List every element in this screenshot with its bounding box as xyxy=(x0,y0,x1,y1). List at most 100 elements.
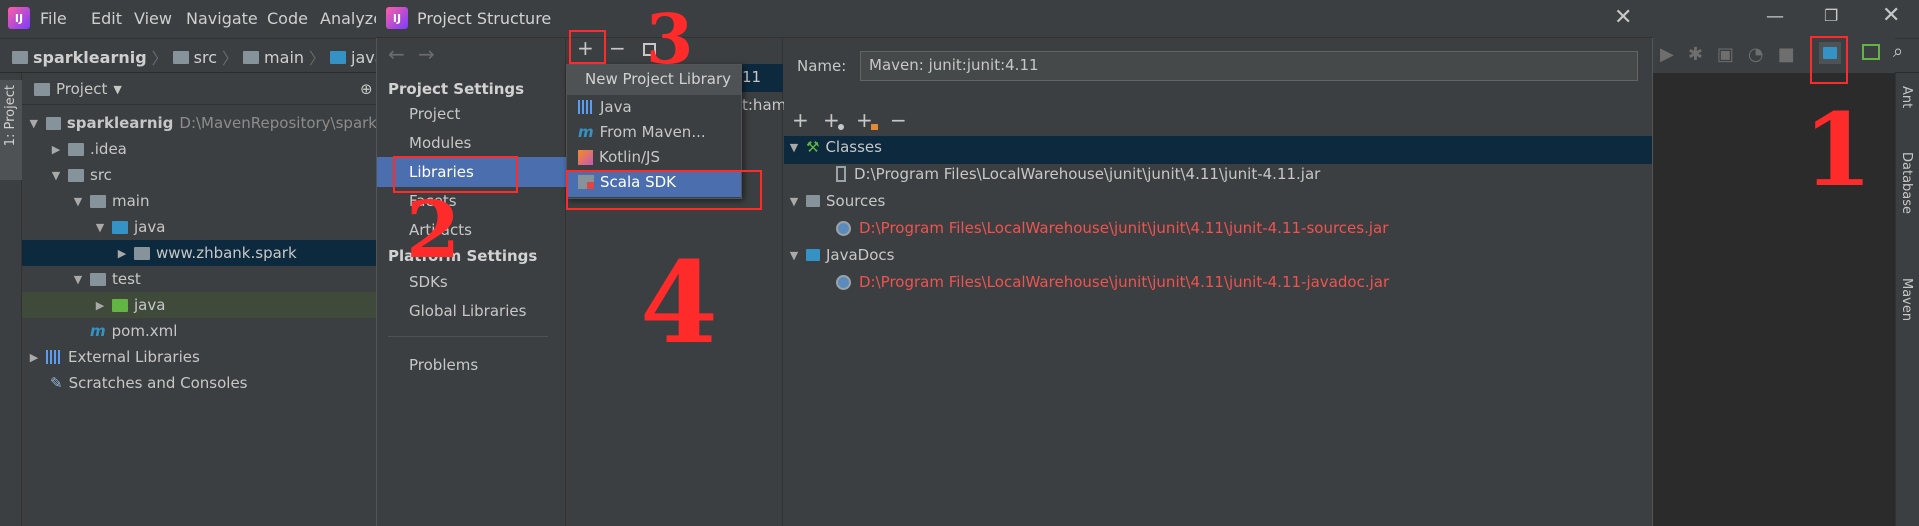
tree-row[interactable]: ▼ java xyxy=(22,214,377,240)
annotation-number-4: 4 xyxy=(640,238,718,369)
annotation-number-1: 1 xyxy=(1803,91,1873,209)
java-library-icon xyxy=(578,100,594,114)
window-close-icon[interactable]: ✕ xyxy=(1882,3,1900,28)
menu-file[interactable]: File xyxy=(40,9,67,28)
disabled-run-buttons: ▶✱▣◔■ xyxy=(1660,44,1809,65)
sidebar-item-project[interactable]: Project xyxy=(409,105,460,123)
tree-path: D:\MavenRepository\spark xyxy=(179,114,377,132)
expanded-arrow-icon[interactable]: ▼ xyxy=(72,195,84,208)
close-icon[interactable]: ✕ xyxy=(1614,5,1632,30)
sidebar-item-problems[interactable]: Problems xyxy=(409,356,478,374)
back-arrow-icon[interactable]: ← xyxy=(388,42,405,66)
tree-row[interactable]: ▼ main xyxy=(22,188,377,214)
expanded-arrow-icon[interactable]: ▼ xyxy=(28,117,40,130)
project-tree: ▼ sparklearnig D:\MavenRepository\spark … xyxy=(22,110,377,396)
forward-arrow-icon[interactable]: → xyxy=(418,42,435,66)
terminal-icon[interactable] xyxy=(1862,44,1880,60)
project-settings-header: Project Settings xyxy=(388,80,525,98)
libraries-icon xyxy=(46,350,62,364)
ant-tool-button[interactable]: Ant xyxy=(1899,86,1914,108)
dialog-titlebar xyxy=(376,0,1653,38)
tree-label: java xyxy=(134,218,166,236)
hammer-icon: ⚒ xyxy=(806,138,820,156)
remove-root-button[interactable]: − xyxy=(890,108,907,132)
intellij-logo-icon: IJ xyxy=(386,7,408,29)
tree-label: main xyxy=(112,192,150,210)
tree-label: .idea xyxy=(90,140,127,158)
remove-button[interactable]: − xyxy=(609,36,626,60)
sidebar-item-global-libraries[interactable]: Global Libraries xyxy=(409,302,526,320)
menu-code[interactable]: Code xyxy=(267,9,308,28)
restore-icon[interactable]: ❐ xyxy=(1824,6,1838,25)
minimize-icon[interactable]: — xyxy=(1766,6,1784,27)
tree-label: java xyxy=(134,296,166,314)
annotation-box-project-structure xyxy=(1810,36,1848,84)
database-tool-button[interactable]: Database xyxy=(1899,152,1914,214)
expanded-arrow-icon[interactable]: ▼ xyxy=(788,195,800,208)
tree-row[interactable]: m pom.xml xyxy=(22,318,377,344)
folder-icon xyxy=(172,50,189,64)
sources-path-row[interactable]: D:\Program Files\LocalWarehouse\junit\ju… xyxy=(836,219,1388,237)
tree-label: www.zhbank.spark xyxy=(156,244,297,262)
javadocs-path-row[interactable]: D:\Program Files\LocalWarehouse\junit\ju… xyxy=(836,273,1389,291)
tree-row[interactable]: ▶ External Libraries xyxy=(22,344,377,370)
tree-row[interactable]: ▶ .idea xyxy=(22,136,377,162)
tree-row[interactable]: ▼ sparklearnig D:\MavenRepository\spark xyxy=(22,110,377,136)
globe-badge-icon xyxy=(838,124,844,130)
folder-icon xyxy=(90,272,106,286)
library-item[interactable]: t:ham xyxy=(742,96,786,114)
classes-path-row[interactable]: D:\Program Files\LocalWarehouse\junit\ju… xyxy=(836,165,1320,183)
menu-navigate[interactable]: Navigate xyxy=(186,9,258,28)
tree-row[interactable]: ✎ Scratches and Consoles xyxy=(22,370,377,396)
tree-row[interactable]: ▶ www.zhbank.spark xyxy=(22,240,377,266)
add-url-button[interactable]: + xyxy=(823,108,840,132)
expanded-arrow-icon[interactable]: ▼ xyxy=(50,169,62,182)
collapsed-arrow-icon[interactable]: ▶ xyxy=(94,299,106,312)
add-root-button[interactable]: + xyxy=(792,108,809,132)
javadocs-node[interactable]: ▼ JavaDocs xyxy=(788,246,895,264)
breadcrumb-item-main[interactable]: main xyxy=(264,48,304,67)
collapsed-arrow-icon[interactable]: ▶ xyxy=(50,143,62,156)
expanded-arrow-icon[interactable]: ▼ xyxy=(788,249,800,262)
project-view-selector[interactable]: Project ▼ xyxy=(34,80,122,98)
globe-icon xyxy=(836,274,851,290)
expanded-arrow-icon[interactable]: ▼ xyxy=(72,273,84,286)
expanded-arrow-icon[interactable]: ▼ xyxy=(94,221,106,234)
sidebar-item-modules[interactable]: Modules xyxy=(409,134,471,152)
popup-item-kotlin-js[interactable]: Kotlin/JS xyxy=(578,148,660,166)
collapsed-arrow-icon[interactable]: ▶ xyxy=(116,247,128,260)
scratches-icon: ✎ xyxy=(50,374,63,392)
project-tool-window-label: 1: Project xyxy=(3,85,18,147)
expanded-arrow-icon[interactable]: ▼ xyxy=(788,141,800,154)
menu-view[interactable]: View xyxy=(134,9,172,28)
collapsed-arrow-icon[interactable]: ▶ xyxy=(28,351,40,364)
library-name-input[interactable]: Maven: junit:junit:4.11 xyxy=(860,51,1638,81)
annotation-box-add xyxy=(569,30,606,64)
target-icon[interactable]: ⊕ xyxy=(360,80,373,98)
classes-path: D:\Program Files\LocalWarehouse\junit\ju… xyxy=(854,165,1321,183)
breadcrumb-item-project[interactable]: sparklearnig xyxy=(33,48,147,67)
popup-item-from-maven[interactable]: m From Maven... xyxy=(578,123,706,141)
maven-icon: m xyxy=(90,322,106,340)
menu-analyze[interactable]: Analyze xyxy=(320,9,383,28)
folder-icon xyxy=(68,142,84,156)
breadcrumb: sparklearnig 〉 src 〉 main 〉 java 〉 w xyxy=(12,45,424,69)
tree-row[interactable]: ▼ test xyxy=(22,266,377,292)
chevron-down-icon: ▼ xyxy=(113,82,122,96)
library-item-selected[interactable]: 11 xyxy=(742,68,761,86)
name-label: Name: xyxy=(797,57,847,75)
annotation-number-3: 3 xyxy=(646,0,694,80)
search-icon[interactable]: ⌕ xyxy=(1893,41,1903,62)
dialog-title: Project Structure xyxy=(417,9,552,28)
breadcrumb-item-src[interactable]: src xyxy=(194,48,217,67)
maven-tool-button[interactable]: Maven xyxy=(1899,278,1914,321)
tree-row[interactable]: ▼ src xyxy=(22,162,377,188)
popup-item-label: Kotlin/JS xyxy=(599,148,660,166)
sources-node[interactable]: ▼ Sources xyxy=(788,192,886,210)
popup-item-java[interactable]: Java xyxy=(578,98,632,116)
classes-node[interactable]: ▼ ⚒ Classes xyxy=(788,138,882,156)
tree-label: External Libraries xyxy=(68,348,200,366)
menu-edit[interactable]: Edit xyxy=(91,9,122,28)
javadocs-label: JavaDocs xyxy=(826,246,895,264)
tree-row[interactable]: ▶ java xyxy=(22,292,377,318)
